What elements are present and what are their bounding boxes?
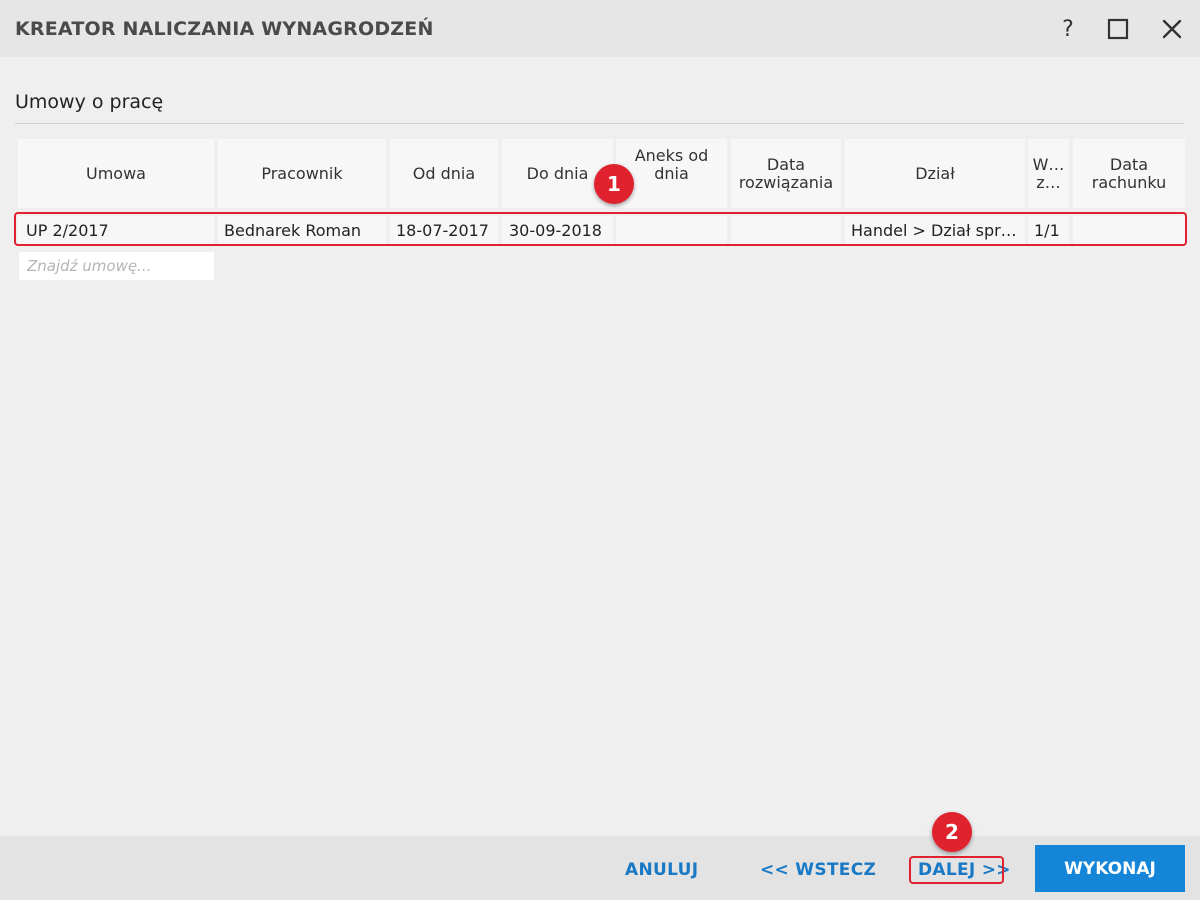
maximize-icon <box>1107 18 1129 40</box>
maximize-button[interactable] <box>1101 12 1135 46</box>
execute-button[interactable]: WYKONAJ <box>1035 845 1185 892</box>
close-icon <box>1162 19 1182 39</box>
cancel-button[interactable]: ANULUJ <box>625 860 698 880</box>
column-header-wz[interactable]: W… z… <box>1028 139 1069 208</box>
title-bar: KREATOR NALICZANIA WYNAGRODZEŃ ? <box>0 0 1200 57</box>
column-header-data-rachunku[interactable]: Data rachunku <box>1073 139 1185 208</box>
section-divider <box>15 123 1184 124</box>
next-button-highlight-annotation <box>909 856 1004 884</box>
window-title: KREATOR NALICZANIA WYNAGRODZEŃ <box>15 18 434 40</box>
search-input[interactable] <box>19 252 214 280</box>
annotation-badge-1: 1 <box>594 164 634 204</box>
column-header-data-rozwiazania[interactable]: Data rozwiązania <box>731 139 841 208</box>
help-icon: ? <box>1062 16 1074 42</box>
annotation-badge-2: 2 <box>932 812 972 852</box>
column-header-od-dnia[interactable]: Od dnia <box>390 139 498 208</box>
back-button[interactable]: << WSTECZ <box>760 860 876 880</box>
column-header-pracownik[interactable]: Pracownik <box>218 139 386 208</box>
section-title: Umowy o pracę <box>15 91 164 113</box>
column-header-dzial[interactable]: Dział <box>845 139 1025 208</box>
row-highlight-annotation <box>14 212 1187 246</box>
column-header-aneks-od-dnia[interactable]: Aneks od dnia <box>616 139 727 208</box>
footer-bar <box>0 836 1200 900</box>
help-button[interactable]: ? <box>1051 12 1085 46</box>
column-header-umowa[interactable]: Umowa <box>18 139 214 208</box>
close-button[interactable] <box>1155 12 1189 46</box>
